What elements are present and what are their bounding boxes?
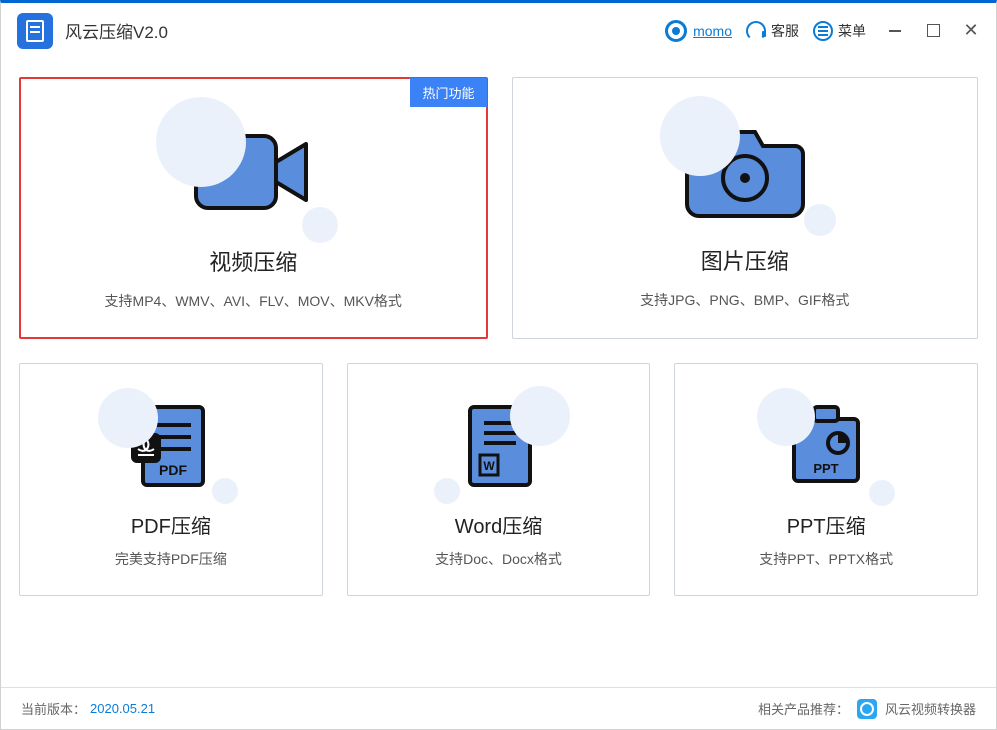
- video-icon: [168, 107, 338, 237]
- maximize-button[interactable]: [924, 22, 942, 40]
- card-desc: 支持Doc、Docx格式: [435, 549, 562, 569]
- service-label: 客服: [771, 21, 799, 41]
- version-label: 当前版本：: [21, 699, 86, 718]
- headset-icon: [746, 21, 766, 41]
- card-desc: 支持PPT、PPTX格式: [759, 549, 893, 569]
- camera-icon: [660, 106, 830, 236]
- related-label: 相关产品推荐：: [758, 699, 849, 718]
- svg-text:PPT: PPT: [814, 461, 839, 476]
- related-product-link[interactable]: 风云视频转换器: [885, 699, 976, 718]
- customer-service-button[interactable]: 客服: [746, 21, 799, 41]
- app-logo-icon: [17, 13, 53, 49]
- menu-button[interactable]: 菜单: [813, 21, 866, 41]
- card-title: PPT压缩: [787, 510, 866, 539]
- title-bar: 风云压缩V2.0 momo 客服 菜单 ✕: [1, 3, 996, 59]
- menu-label: 菜单: [838, 21, 866, 41]
- card-desc: 支持MP4、WMV、AVI、FLV、MOV、MKV格式: [105, 291, 402, 311]
- user-account-button[interactable]: momo: [665, 20, 732, 42]
- image-compress-card[interactable]: 图片压缩 支持JPG、PNG、BMP、GIF格式: [512, 77, 979, 339]
- ppt-compress-card[interactable]: PPT PPT压缩 支持PPT、PPTX格式: [674, 363, 978, 596]
- footer-bar: 当前版本： 2020.05.21 相关产品推荐： 风云视频转换器: [1, 687, 996, 729]
- main-content: 热门功能 视频压缩 支持MP4、WMV、AVI、FLV、MOV、MKV格式: [1, 59, 996, 687]
- version-value: 2020.05.21: [90, 701, 155, 716]
- user-icon: [665, 20, 687, 42]
- app-title: 风云压缩V2.0: [65, 18, 168, 43]
- window-controls: ✕: [886, 22, 980, 40]
- hot-badge: 热门功能: [410, 78, 486, 107]
- video-compress-card[interactable]: 热门功能 视频压缩 支持MP4、WMV、AVI、FLV、MOV、MKV格式: [19, 77, 488, 339]
- svg-text:PDF: PDF: [159, 462, 187, 478]
- related-product-icon: [857, 699, 877, 719]
- user-name: momo: [693, 23, 732, 39]
- close-button[interactable]: ✕: [962, 22, 980, 40]
- card-desc: 完美支持PDF压缩: [115, 549, 227, 569]
- pdf-compress-card[interactable]: PDF PDF压缩 完美支持PDF压缩: [19, 363, 323, 596]
- svg-text:W: W: [483, 459, 495, 473]
- pdf-icon: PDF: [106, 392, 236, 502]
- minimize-button[interactable]: [886, 22, 904, 40]
- card-title: PDF压缩: [131, 510, 211, 539]
- menu-icon: [813, 21, 833, 41]
- card-title: 图片压缩: [701, 244, 789, 276]
- word-compress-card[interactable]: W Word压缩 支持Doc、Docx格式: [347, 363, 651, 596]
- word-icon: W: [434, 392, 564, 502]
- card-title: Word压缩: [455, 510, 542, 539]
- card-title: 视频压缩: [209, 245, 297, 277]
- ppt-icon: PPT: [761, 392, 891, 502]
- card-desc: 支持JPG、PNG、BMP、GIF格式: [640, 290, 849, 310]
